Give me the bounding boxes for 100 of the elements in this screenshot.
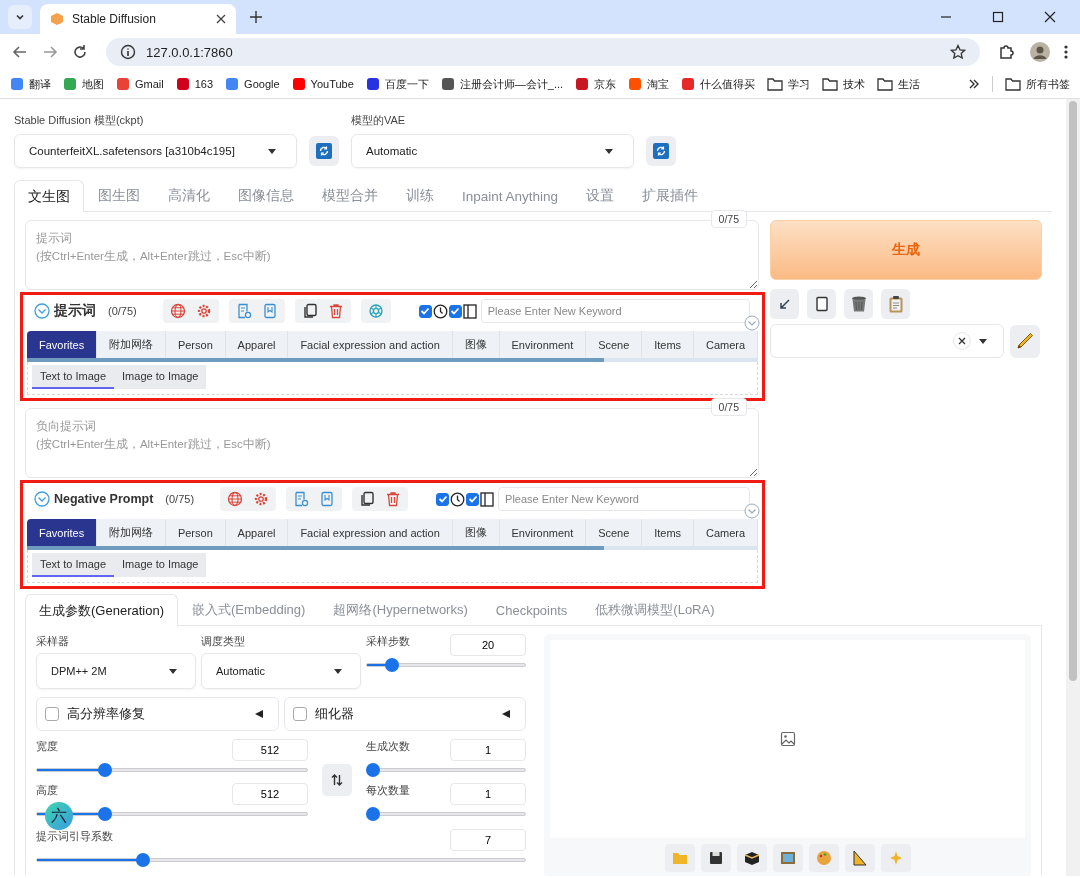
checkbox[interactable] bbox=[466, 492, 480, 506]
back-icon[interactable] bbox=[12, 44, 28, 60]
bookmark[interactable]: 淘宝 bbox=[628, 76, 670, 92]
tab-list-button[interactable] bbox=[8, 5, 32, 29]
forward-icon[interactable] bbox=[42, 44, 58, 60]
checkbox[interactable] bbox=[292, 707, 307, 721]
number-field[interactable]: 1 bbox=[450, 739, 526, 761]
number-field[interactable]: 512 bbox=[232, 739, 308, 761]
subtab[interactable]: Image to Image bbox=[114, 553, 207, 577]
swap-icon bbox=[331, 773, 343, 787]
slider-thumb[interactable] bbox=[97, 763, 112, 777]
bookmark[interactable]: 生活 bbox=[877, 76, 921, 92]
category-tab[interactable]: Favorites bbox=[27, 331, 98, 358]
checkbox[interactable] bbox=[436, 492, 450, 506]
slider[interactable] bbox=[36, 763, 308, 777]
tab[interactable]: 文生图 bbox=[14, 180, 84, 212]
close-icon[interactable] bbox=[216, 14, 226, 24]
image-button[interactable] bbox=[772, 844, 803, 872]
keyword-field[interactable]: Please Enter New Keyword bbox=[498, 487, 750, 511]
edit-button[interactable] bbox=[1010, 324, 1040, 358]
slider[interactable] bbox=[36, 853, 526, 867]
slider[interactable] bbox=[366, 807, 526, 821]
slider-thumb[interactable] bbox=[366, 763, 380, 777]
square-icon bbox=[814, 296, 829, 312]
clipboard-button[interactable] bbox=[881, 289, 910, 319]
accordion[interactable]: 细化器 bbox=[283, 697, 526, 731]
checkbox[interactable] bbox=[45, 707, 59, 721]
bookmark[interactable]: Google bbox=[225, 77, 280, 91]
bookmark[interactable]: 翻译 bbox=[10, 76, 51, 92]
clear-icon[interactable] bbox=[953, 332, 971, 350]
chevron-circle-icon[interactable] bbox=[744, 503, 760, 519]
trash-button[interactable] bbox=[844, 289, 873, 319]
slider-thumb[interactable] bbox=[366, 807, 380, 821]
keyword-field[interactable]: Please Enter New Keyword bbox=[480, 299, 750, 323]
globe-icon bbox=[169, 303, 186, 319]
bookmark[interactable]: 什么值得买 bbox=[681, 76, 756, 92]
save-button[interactable] bbox=[700, 844, 731, 872]
chevron-circle-icon[interactable] bbox=[34, 303, 50, 319]
clock-icon bbox=[432, 303, 448, 319]
bookmark[interactable]: 163 bbox=[175, 77, 214, 91]
folder-icon bbox=[671, 851, 688, 865]
chevron-circle-icon[interactable] bbox=[34, 491, 50, 507]
number-field[interactable]: 7 bbox=[450, 829, 526, 851]
tab[interactable]: 嵌入式(Embedding) bbox=[178, 594, 320, 625]
new-tab-icon[interactable] bbox=[250, 11, 262, 23]
subtab[interactable]: Text to Image bbox=[32, 365, 115, 389]
slider-thumb[interactable] bbox=[97, 807, 112, 821]
trash-icon bbox=[385, 491, 402, 507]
star-icon[interactable] bbox=[950, 44, 966, 60]
subtab[interactable]: Text to Image bbox=[32, 553, 115, 577]
number-field[interactable]: 20 bbox=[450, 634, 526, 656]
scrollbar-thumb[interactable] bbox=[1069, 101, 1077, 681]
model-select[interactable]: CounterfeitXL.safetensors [a310b4c195] bbox=[14, 134, 297, 168]
more-icon[interactable] bbox=[968, 78, 980, 90]
folder-icon bbox=[767, 77, 784, 91]
checkbox[interactable] bbox=[448, 304, 462, 318]
slider[interactable] bbox=[366, 763, 526, 777]
close-icon[interactable] bbox=[1044, 11, 1056, 23]
chevron-circle-icon[interactable] bbox=[744, 315, 760, 331]
slider-thumb[interactable] bbox=[384, 658, 399, 672]
browser-tab[interactable]: Stable Diffusion bbox=[40, 4, 236, 34]
checkbox[interactable] bbox=[418, 304, 432, 318]
arrow-button[interactable] bbox=[770, 289, 799, 319]
bookmark[interactable]: 技术 bbox=[822, 76, 866, 92]
model-select[interactable]: Automatic bbox=[351, 134, 634, 168]
bookmark[interactable]: YouTube bbox=[291, 77, 354, 91]
refresh-button[interactable] bbox=[309, 136, 339, 166]
subtab[interactable]: Image to Image bbox=[114, 365, 207, 389]
square-button[interactable] bbox=[807, 289, 836, 319]
tab[interactable]: 生成参数(Generation) bbox=[25, 594, 178, 626]
info-icon[interactable] bbox=[120, 44, 136, 60]
category-tab[interactable]: Favorites bbox=[27, 519, 98, 546]
box-button[interactable] bbox=[736, 844, 767, 872]
number-field[interactable]: 1 bbox=[450, 783, 526, 805]
bookmark[interactable]: 百度一下 bbox=[365, 76, 429, 92]
sampler-select[interactable]: DPM++ 2M bbox=[36, 653, 196, 689]
maximize-icon[interactable] bbox=[992, 11, 1004, 23]
address-bar[interactable]: 127.0.0.1:7860 bbox=[106, 38, 980, 66]
palette-button[interactable] bbox=[808, 844, 839, 872]
bookmark[interactable]: 地图 bbox=[63, 76, 104, 92]
field-label: 生成次数 bbox=[366, 739, 410, 754]
refresh-button[interactable] bbox=[646, 136, 676, 166]
bookmark[interactable]: 注册会计师—会计_... bbox=[440, 76, 564, 92]
triangle-button[interactable] bbox=[844, 844, 875, 872]
menu-icon[interactable] bbox=[1064, 44, 1068, 60]
reload-icon[interactable] bbox=[72, 44, 88, 60]
floating-badge[interactable]: 六 bbox=[45, 802, 73, 830]
slider[interactable] bbox=[366, 658, 526, 672]
avatar-icon[interactable] bbox=[1030, 42, 1050, 62]
number-field[interactable]: 512 bbox=[232, 783, 308, 805]
bookmark[interactable]: 学习 bbox=[767, 76, 811, 92]
puzzle-icon[interactable] bbox=[998, 43, 1016, 61]
triangle-ruler-icon bbox=[852, 850, 867, 866]
bookmark[interactable]: 所有书签 bbox=[1005, 76, 1070, 92]
swap-button[interactable] bbox=[322, 764, 352, 796]
bookmark[interactable]: Gmail bbox=[116, 77, 164, 91]
slider-thumb[interactable] bbox=[135, 853, 150, 867]
accordion[interactable]: 高分辨率修复 bbox=[36, 697, 279, 731]
bookmark[interactable]: 京东 bbox=[575, 76, 617, 92]
scheduler-select[interactable]: Automatic bbox=[201, 653, 361, 689]
